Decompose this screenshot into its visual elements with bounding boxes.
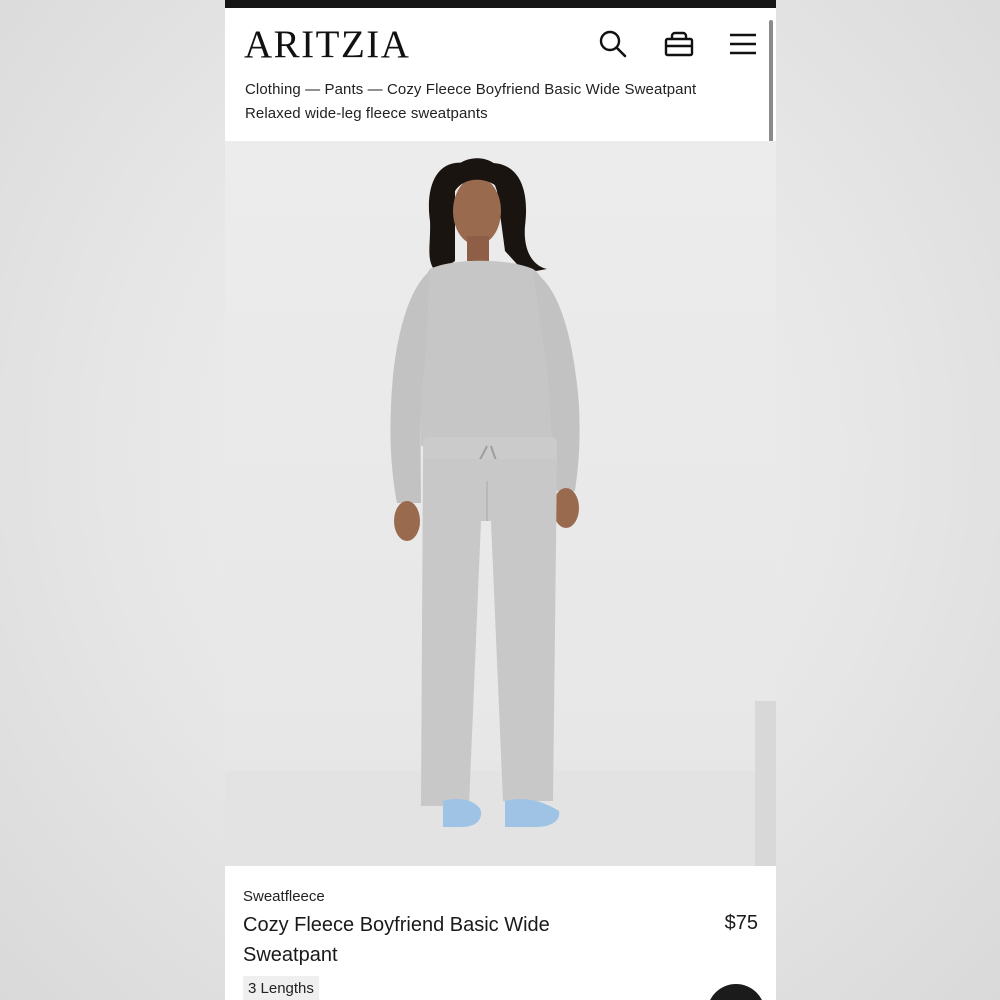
menu-button[interactable]	[725, 26, 761, 62]
bag-icon	[663, 29, 695, 59]
product-subtitle: Relaxed wide-leg fleece sweatpants	[245, 105, 488, 122]
lengths-badge: 3 Lengths	[243, 976, 319, 1000]
product-name: Cozy Fleece Boyfriend Basic Wide Sweatpa…	[243, 914, 550, 966]
page-scrollbar[interactable]	[769, 20, 773, 160]
status-bar	[225, 0, 776, 8]
studio-floor	[225, 771, 776, 866]
site-header: ARITZIA Clothing — Pants — Cozy Fleece B…	[225, 8, 776, 141]
product-photo[interactable]	[225, 141, 776, 866]
product-price: $75	[724, 912, 758, 934]
model-figure	[390, 158, 580, 827]
search-icon	[598, 29, 628, 59]
phone-screen: ARITZIA Clothing — Pants — Cozy Fleece B…	[225, 0, 776, 1000]
wall-edge	[755, 701, 776, 866]
product-info: Sweatfleece Cozy Fleece Boyfriend Basic …	[225, 866, 776, 1000]
menu-icon	[728, 31, 758, 57]
search-button[interactable]	[595, 26, 631, 62]
breadcrumb[interactable]: Clothing — Pants — Cozy Fleece Boyfriend…	[245, 81, 696, 98]
aritzia-logo[interactable]: ARITZIA	[244, 22, 410, 67]
brand-label[interactable]: Sweatfleece	[243, 888, 325, 905]
shopping-bag-button[interactable]	[661, 26, 697, 62]
floating-action-button[interactable]	[707, 984, 765, 1000]
